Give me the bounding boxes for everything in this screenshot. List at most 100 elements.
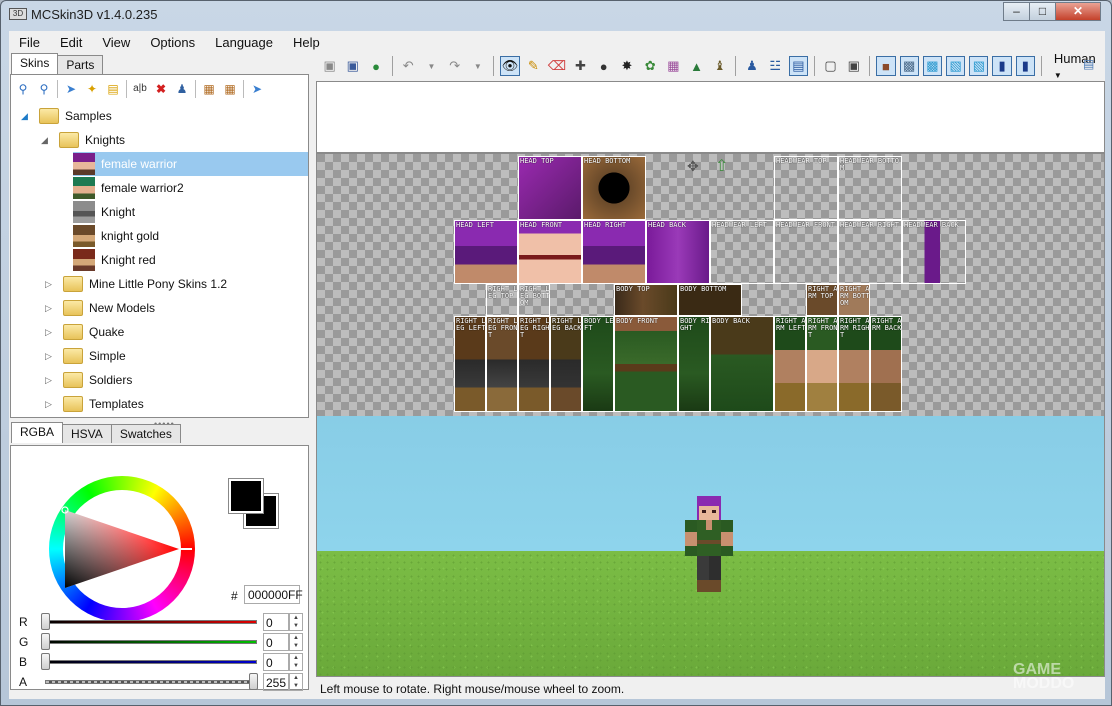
menu-file[interactable]: File	[9, 35, 50, 50]
delete-icon[interactable]: ✖	[153, 81, 169, 97]
tree-node-folder[interactable]: ▷ Soldiers	[45, 368, 132, 392]
rename-icon[interactable]: a|b	[132, 81, 148, 97]
menu-language[interactable]: Language	[205, 35, 283, 50]
tree-item-knight-red[interactable]: Knight red	[73, 248, 156, 272]
dropper-tool-icon[interactable]: ✚	[571, 56, 590, 76]
view-hybrid-icon[interactable]: ▩	[922, 56, 943, 76]
grid-toggle-icon[interactable]: ▤	[788, 56, 809, 76]
tree-item-knight-gold[interactable]: knight gold	[73, 224, 159, 248]
texture-part-leg-front[interactable]: RIGHT LEG FRONT	[486, 316, 518, 412]
view-column-icon[interactable]: ▮	[992, 56, 1012, 76]
darken-tool-icon[interactable]: ✿	[641, 56, 660, 76]
burn-tool-icon[interactable]: ✸	[617, 56, 636, 76]
collapse-icon[interactable]: ◢	[41, 135, 51, 146]
green-slider-handle[interactable]	[41, 633, 50, 650]
green-value-input[interactable]: 0	[263, 633, 289, 651]
fit-view-icon[interactable]: ▢	[821, 56, 840, 76]
collapse-icon[interactable]: ◢	[21, 111, 31, 122]
stamp-tool-icon[interactable]: ♝	[710, 56, 729, 76]
spinner-icon[interactable]: ▲ ▼	[289, 613, 303, 631]
tree-node-knights[interactable]: ◢ Knights	[41, 128, 125, 152]
alpha-value-input[interactable]: 255	[263, 673, 289, 691]
expand-icon[interactable]: ▷	[45, 279, 55, 290]
zoom-out-icon[interactable]: ⚲	[15, 81, 31, 97]
title-bar[interactable]: 3D MCSkin3D v1.4.0.235 – □ ✕	[1, 1, 1111, 29]
arrow-up-icon[interactable]: ⇧	[715, 156, 728, 176]
texture-part-body-left[interactable]: BODY LEFT	[582, 316, 614, 412]
texture-part-body-right[interactable]: BODY RIGHT	[678, 316, 710, 412]
texture-part-head-back[interactable]: HEAD BACK	[646, 220, 710, 284]
blue-slider-track[interactable]	[45, 660, 257, 664]
texture-part-headwear-bottom[interactable]: HEADWEAR BOTTOM	[838, 156, 902, 220]
spinner-icon[interactable]: ▲ ▼	[289, 633, 303, 651]
import-skin-icon[interactable]: ➤	[63, 81, 79, 97]
editor-viewport[interactable]: HEAD TOP HEAD BOTTOM HEADWEAR TOP HEADWE…	[316, 153, 1105, 677]
saturation-triangle[interactable]	[49, 476, 195, 622]
close-button[interactable]: ✕	[1055, 2, 1101, 21]
dock-icon[interactable]: ▤	[1083, 57, 1101, 75]
view-3d-icon[interactable]: ■	[876, 56, 896, 76]
pencil-tool-icon[interactable]: ✎	[524, 56, 543, 76]
undo-icon[interactable]: ↶	[399, 56, 418, 76]
menu-view[interactable]: View	[92, 35, 140, 50]
view-split-icon[interactable]: ▧	[946, 56, 966, 76]
texture-part-leg-bottom[interactable]: RIGHT LEG BOTTOM	[518, 284, 550, 316]
skin-3d-preview[interactable]	[317, 416, 1104, 676]
texture-part-body-front[interactable]: BODY FRONT	[614, 316, 678, 412]
minimize-button[interactable]: –	[1003, 2, 1030, 21]
texture-part-head-right[interactable]: HEAD RIGHT	[582, 220, 646, 284]
texture-part-head-bottom[interactable]: HEAD BOTTOM	[582, 156, 646, 220]
texture-part-headwear-right[interactable]: HEADWEAR RIGHT	[838, 220, 902, 284]
alpha-slider-track[interactable]	[45, 680, 257, 684]
character-model[interactable]	[682, 496, 737, 596]
model-icon[interactable]: ♟	[742, 56, 761, 76]
alpha-slider-handle[interactable]	[249, 673, 258, 690]
primary-color-swatch[interactable]	[228, 478, 264, 514]
camera-tool-icon[interactable]: 👁	[500, 56, 520, 76]
red-value-input[interactable]: 0	[263, 613, 289, 631]
texture-part-headwear-front[interactable]: HEADWEAR FRONT	[774, 220, 838, 284]
expand-icon[interactable]: ▷	[45, 351, 55, 362]
texture-part-leg-top[interactable]: RIGHT LEG TOP	[486, 284, 518, 316]
view-split-alt-icon[interactable]: ▧	[969, 56, 989, 76]
texture-part-arm-right[interactable]: RIGHT ARM RIGHT	[838, 316, 870, 412]
noise-tool-icon[interactable]: ▦	[664, 56, 683, 76]
expand-icon[interactable]: ▷	[45, 327, 55, 338]
green-slider-track[interactable]	[45, 640, 257, 644]
save-all-icon[interactable]: ▣	[343, 56, 362, 76]
grid-icon[interactable]: ▦	[201, 81, 217, 97]
save-icon[interactable]: ▣	[320, 56, 339, 76]
menu-help[interactable]: Help	[283, 35, 330, 50]
tab-hsva[interactable]: HSVA	[62, 424, 112, 443]
ground-icon[interactable]: ☳	[766, 56, 785, 76]
tree-node-folder[interactable]: ▷ New Models	[45, 296, 155, 320]
texture-part-arm-left[interactable]: RIGHT ARM LEFT	[774, 316, 806, 412]
zoom-in-icon[interactable]: ⚲	[36, 81, 52, 97]
tree-item-female-warrior[interactable]: female warrior	[73, 152, 308, 176]
spinner-icon[interactable]: ▲ ▼	[289, 673, 303, 691]
tree-node-folder[interactable]: ▷ Templates	[45, 392, 144, 416]
texture-part-headwear-back[interactable]: HEADWEAR BACK	[902, 220, 966, 284]
texture-part-arm-top[interactable]: RIGHT ARM TOP	[806, 284, 838, 316]
texture-part-headwear-top[interactable]: HEADWEAR TOP	[774, 156, 838, 220]
skin-texture-2d[interactable]: HEAD TOP HEAD BOTTOM HEADWEAR TOP HEADWE…	[317, 154, 1104, 416]
menu-edit[interactable]: Edit	[50, 35, 92, 50]
blue-value-input[interactable]: 0	[263, 653, 289, 671]
texture-part-leg-left[interactable]: RIGHT LEG LEFT	[454, 316, 486, 412]
redo-icon[interactable]: ↷	[445, 56, 464, 76]
texture-part-arm-front[interactable]: RIGHT ARM FRONT	[806, 316, 838, 412]
texture-part-arm-bottom[interactable]: RIGHT ARM BOTTOM	[838, 284, 870, 316]
blue-slider-handle[interactable]	[41, 653, 50, 670]
menu-options[interactable]: Options	[140, 35, 205, 50]
dodge-tool-icon[interactable]: ●	[594, 56, 613, 76]
tab-swatches[interactable]: Swatches	[110, 424, 181, 443]
texture-part-head-top[interactable]: HEAD TOP	[518, 156, 582, 220]
texture-part-leg-right[interactable]: RIGHT LEG RIGHT	[518, 316, 550, 412]
undo-dropdown-icon[interactable]: ▼	[422, 56, 441, 76]
tree-item-female-warrior2[interactable]: female warrior2	[73, 176, 184, 200]
new-folder-icon[interactable]: ▤	[105, 81, 121, 97]
eraser-tool-icon[interactable]: ⌫	[547, 56, 567, 76]
new-skin-icon[interactable]: ✦	[84, 81, 100, 97]
texture-part-headwear-left[interactable]: HEADWEAR LEFT	[710, 220, 774, 284]
expand-icon[interactable]: ▷	[45, 375, 55, 386]
